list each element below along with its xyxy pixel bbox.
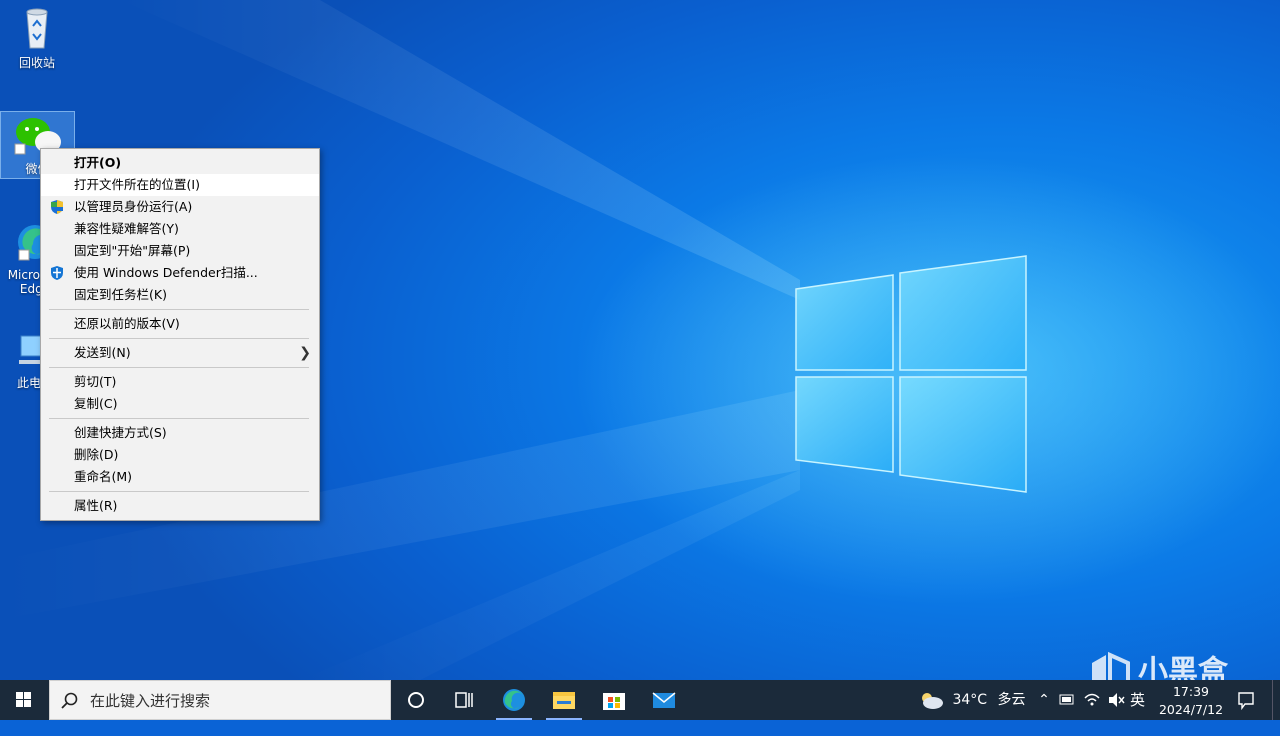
weather-condition: 多云	[997, 692, 1026, 708]
store-icon	[603, 693, 625, 710]
menu-item-open[interactable]: 打开(O)	[41, 152, 319, 174]
menu-item-defender-scan[interactable]: 使用 Windows Defender扫描...	[41, 262, 319, 284]
network-indicator[interactable]	[1082, 680, 1102, 720]
menu-separator	[49, 309, 309, 310]
search-icon	[61, 692, 78, 709]
taskbar: 34°C 多云 ⌃ 英 17:39 2024/7/12	[0, 680, 1280, 720]
wifi-icon	[1084, 693, 1100, 706]
menu-item-pin-to-taskbar[interactable]: 固定到任务栏(K)	[41, 284, 319, 306]
uac-shield-icon	[51, 200, 63, 214]
menu-item-label: 以管理员身份运行(A)	[74, 199, 193, 214]
context-menu: 打开(O) 打开文件所在的位置(I) 以管理员身份运行(A) 兼容性疑难解答(Y…	[40, 148, 320, 521]
ime-label: 英	[1130, 691, 1146, 709]
action-center-button[interactable]	[1236, 680, 1260, 720]
menu-item-pin-to-start[interactable]: 固定到"开始"屏幕(P)	[41, 240, 319, 262]
menu-separator	[49, 367, 309, 368]
show-hidden-icons-button[interactable]: ⌃	[1036, 680, 1052, 720]
menu-separator	[49, 418, 309, 419]
menu-item-label: 属性(R)	[74, 498, 118, 513]
watermark-text: 小黑盒	[1138, 654, 1228, 681]
menu-item-delete[interactable]: 删除(D)	[41, 444, 319, 466]
battery-indicator[interactable]	[1058, 680, 1076, 720]
chevron-right-icon: ❯	[299, 345, 311, 361]
menu-item-label: 重命名(M)	[74, 469, 133, 484]
recycle-bin-icon	[26, 8, 48, 49]
menu-item-label: 使用 Windows Defender扫描...	[74, 265, 258, 280]
battery-icon	[1059, 694, 1074, 705]
taskbar-app-file-explorer[interactable]	[540, 680, 588, 720]
menu-item-compatibility-troubleshoot[interactable]: 兼容性疑难解答(Y)	[41, 218, 319, 240]
task-view-icon	[455, 692, 473, 708]
menu-item-label: 还原以前的版本(V)	[74, 316, 180, 331]
search-input[interactable]	[88, 689, 382, 713]
menu-separator	[49, 491, 309, 492]
menu-item-label: 发送到(N)	[74, 345, 131, 360]
desktop-icon-label: 回收站	[18, 56, 55, 70]
taskbar-app-store[interactable]	[590, 680, 638, 720]
menu-item-label: 打开文件所在的位置(I)	[74, 177, 200, 192]
taskbar-search-box[interactable]	[49, 680, 391, 720]
show-desktop-button[interactable]	[1272, 680, 1280, 720]
menu-item-label: 创建快捷方式(S)	[74, 425, 167, 440]
notification-icon	[1238, 692, 1254, 711]
menu-item-label: 固定到"开始"屏幕(P)	[74, 243, 191, 258]
file-explorer-icon	[553, 692, 575, 709]
windows-logo-icon	[16, 692, 31, 707]
clock[interactable]: 17:39 2024/7/12	[1154, 680, 1228, 720]
ime-indicator[interactable]: 英	[1130, 680, 1145, 720]
menu-item-create-shortcut[interactable]: 创建快捷方式(S)	[41, 422, 319, 444]
menu-item-run-as-admin[interactable]: 以管理员身份运行(A)	[41, 196, 319, 218]
menu-item-label: 复制(C)	[74, 396, 118, 411]
weather-widget[interactable]: 34°C 多云	[918, 680, 1026, 720]
clock-date: 2024/7/12	[1158, 702, 1224, 717]
mail-icon	[652, 692, 676, 708]
cortana-icon	[408, 692, 424, 708]
menu-item-label: 打开(O)	[74, 155, 122, 170]
menu-item-label: 兼容性疑难解答(Y)	[74, 221, 179, 236]
defender-shield-icon	[51, 266, 63, 280]
weather-temperature: 34°C	[952, 692, 988, 708]
menu-separator	[49, 338, 309, 339]
taskbar-app-mail[interactable]	[640, 680, 688, 720]
menu-item-label: 剪切(T)	[74, 374, 117, 389]
volume-muted-icon	[1109, 693, 1125, 707]
menu-item-rename[interactable]: 重命名(M)	[41, 466, 319, 488]
cloudy-weather-icon	[922, 693, 943, 709]
desktop[interactable]: 回收站 微信 Microsoft Edge 此电脑 打开(O) 打开文件所在的位…	[0, 0, 1280, 680]
taskbar-app-edge[interactable]	[490, 680, 538, 720]
menu-item-restore-previous-versions[interactable]: 还原以前的版本(V)	[41, 313, 319, 335]
menu-item-send-to[interactable]: 发送到(N) ❯	[41, 342, 319, 364]
menu-item-label: 删除(D)	[74, 447, 119, 462]
chevron-up-icon: ⌃	[1038, 692, 1050, 708]
cortana-button[interactable]	[392, 680, 440, 720]
xiaoheihe-logo-icon	[1092, 651, 1130, 680]
volume-indicator[interactable]	[1106, 680, 1126, 720]
menu-item-label: 固定到任务栏(K)	[74, 287, 167, 302]
xiaoheihe-watermark: 小黑盒	[1088, 650, 1228, 680]
menu-item-copy[interactable]: 复制(C)	[41, 393, 319, 415]
menu-item-properties[interactable]: 属性(R)	[41, 495, 319, 517]
clock-time: 17:39	[1172, 684, 1210, 699]
start-button[interactable]	[0, 680, 48, 720]
menu-item-open-file-location[interactable]: 打开文件所在的位置(I)	[41, 174, 319, 196]
desktop-icon-recycle-bin[interactable]: 回收站	[5, 6, 69, 70]
task-view-button[interactable]	[440, 680, 488, 720]
menu-item-cut[interactable]: 剪切(T)	[41, 371, 319, 393]
edge-icon	[503, 689, 525, 711]
